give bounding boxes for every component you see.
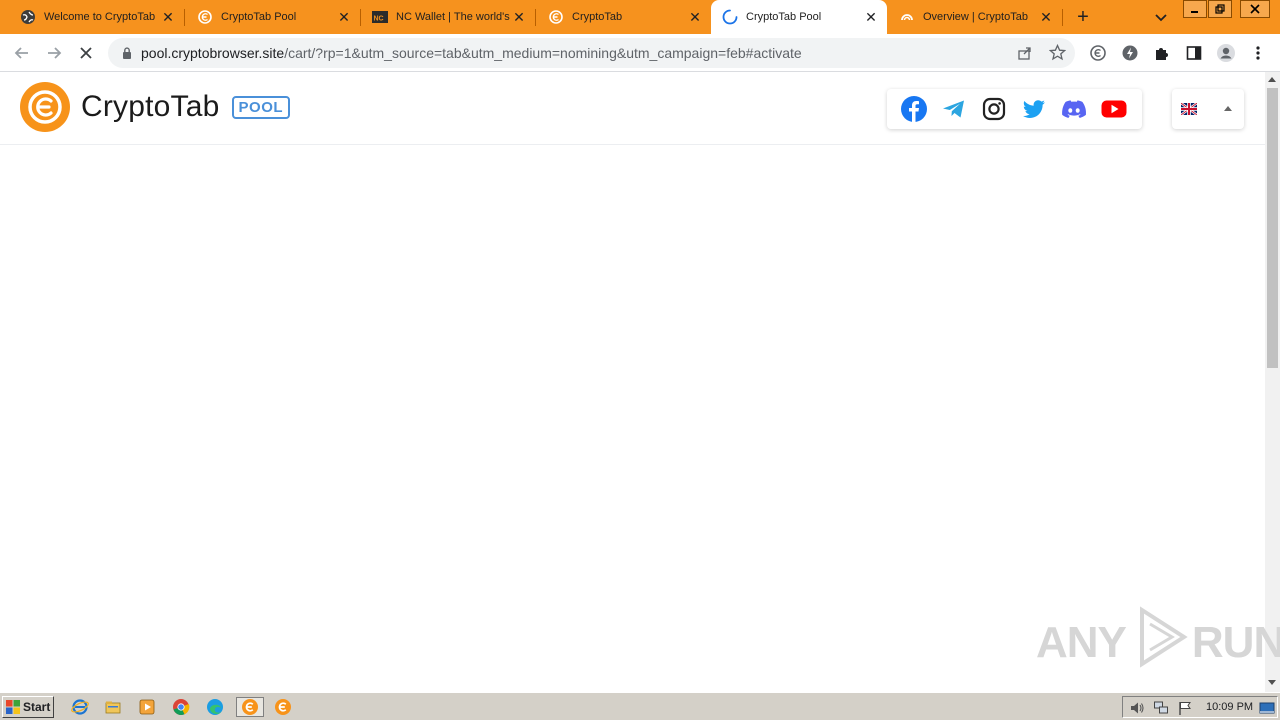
share-icon[interactable] <box>1017 45 1033 64</box>
start-label: Start <box>23 700 51 714</box>
logo-text: CryptoTab <box>81 90 220 123</box>
file-explorer-icon[interactable] <box>103 697 123 717</box>
show-desktop-icon[interactable] <box>1259 700 1275 719</box>
back-button[interactable] <box>11 42 33 64</box>
scroll-thumb[interactable] <box>1267 88 1278 368</box>
action-center-flag-icon[interactable] <box>1177 700 1193 719</box>
tab-welcome[interactable]: Welcome to CryptoTab ✕ <box>0 0 184 34</box>
tab-search-chevron-icon[interactable] <box>1152 8 1170 26</box>
stop-loading-button[interactable] <box>75 42 97 64</box>
cryptotab-taskbar-icon[interactable] <box>236 697 264 717</box>
browser-toolbar: pool.cryptobrowser.site/cart/?rp=1&utm_s… <box>0 34 1280 72</box>
network-icon[interactable] <box>1153 700 1169 719</box>
address-bar[interactable]: pool.cryptobrowser.site/cart/?rp=1&utm_s… <box>108 38 1075 68</box>
tab-title: CryptoTab <box>572 11 623 23</box>
tab-cryptotab[interactable]: CryptoTab ✕ <box>528 0 711 34</box>
internet-explorer-icon[interactable] <box>70 697 90 717</box>
close-window-button[interactable] <box>1240 0 1270 18</box>
scroll-down-arrow-icon[interactable] <box>1268 680 1276 685</box>
tab-overview[interactable]: Overview | CryptoTab ✕ <box>887 0 1062 34</box>
scroll-up-arrow-icon[interactable] <box>1268 77 1276 82</box>
tab-close-icon[interactable]: ✕ <box>336 9 352 25</box>
extensions-puzzle-icon[interactable] <box>1151 42 1173 64</box>
windows-logo-icon <box>6 700 20 714</box>
lock-icon[interactable] <box>120 46 134 60</box>
cryptotab-taskbar-icon-2[interactable] <box>273 697 293 717</box>
media-player-icon[interactable] <box>137 697 157 717</box>
youtube-icon[interactable] <box>1101 96 1127 122</box>
url-path: /cart/?rp=1&utm_source=tab&utm_medium=no… <box>284 45 802 61</box>
twitter-icon[interactable] <box>1021 96 1047 122</box>
bookmark-star-icon[interactable] <box>1048 43 1067 64</box>
url-text[interactable]: pool.cryptobrowser.site/cart/?rp=1&utm_s… <box>141 45 802 61</box>
site-logo[interactable]: CryptoTab POOL <box>20 82 291 132</box>
watermark-play-icon <box>1128 606 1190 679</box>
profile-avatar-icon[interactable] <box>1215 42 1237 64</box>
start-button[interactable]: Start <box>2 696 54 718</box>
tab-title: NC Wallet | The world's <box>396 11 510 23</box>
site-header: CryptoTab POOL <box>0 72 1265 145</box>
ncwallet-icon: NC <box>372 9 388 25</box>
loading-spinner-icon <box>722 9 738 25</box>
watermark-text-right: RUN <box>1191 617 1280 667</box>
side-panel-icon[interactable] <box>1183 42 1205 64</box>
windows-taskbar: Start 10:09 PM <box>0 692 1280 720</box>
social-links <box>887 89 1142 129</box>
globe-icon <box>20 9 36 25</box>
tab-close-icon[interactable]: ✕ <box>687 9 703 25</box>
tab-close-icon[interactable]: ✕ <box>160 9 176 25</box>
caret-up-icon <box>1224 106 1232 111</box>
page-scrollbar[interactable] <box>1265 72 1280 692</box>
svg-text:NC: NC <box>374 16 384 23</box>
instagram-icon[interactable] <box>981 96 1007 122</box>
chrome-icon[interactable] <box>171 697 191 717</box>
system-clock[interactable]: 10:09 PM <box>1206 701 1253 713</box>
tab-cryptotab-pool[interactable]: CryptoTab Pool ✕ <box>177 0 360 34</box>
tab-close-icon[interactable]: ✕ <box>1038 9 1054 25</box>
tab-title: Overview | CryptoTab <box>923 11 1028 23</box>
tab-close-icon[interactable]: ✕ <box>863 9 879 25</box>
forward-button[interactable] <box>43 42 65 64</box>
url-host: pool.cryptobrowser.site <box>141 45 285 61</box>
telegram-icon[interactable] <box>941 96 967 122</box>
page-content: CryptoTab POOL <box>0 72 1265 692</box>
tab-strip: Welcome to CryptoTab ✕ CryptoTab Pool ✕ … <box>0 0 1280 34</box>
restore-button[interactable] <box>1208 0 1232 18</box>
tab-title: CryptoTab Pool <box>746 11 822 23</box>
new-tab-button[interactable]: + <box>1073 7 1093 27</box>
tab-divider <box>1062 9 1063 26</box>
anyrun-watermark: ANY RUN <box>1036 606 1280 679</box>
cryptotab-logo-icon <box>20 82 70 132</box>
facebook-icon[interactable] <box>901 96 927 122</box>
cryptotab-extension-icon[interactable] <box>1087 42 1109 64</box>
edge-icon[interactable] <box>205 697 225 717</box>
discord-icon[interactable] <box>1061 96 1087 122</box>
minimize-button[interactable] <box>1183 0 1207 18</box>
tab-title: Welcome to CryptoTab <box>44 11 156 23</box>
cryptotab-icon <box>548 9 564 25</box>
watermark-text-left: ANY <box>1036 617 1127 667</box>
cryptotab-icon <box>197 9 213 25</box>
language-selector[interactable] <box>1172 89 1244 129</box>
tab-title: CryptoTab Pool <box>221 11 297 23</box>
volume-icon[interactable] <box>1129 700 1145 719</box>
uk-flag-icon <box>1180 102 1198 116</box>
tab-nc-wallet[interactable]: NC NC Wallet | The world's ✕ <box>352 0 535 34</box>
cryptotab-overview-icon <box>899 9 915 25</box>
pool-badge: POOL <box>231 95 291 119</box>
tab-close-icon[interactable]: ✕ <box>511 9 527 25</box>
system-tray: 10:09 PM <box>1122 696 1278 718</box>
boost-extension-icon[interactable] <box>1119 42 1141 64</box>
tab-cryptotab-pool-active[interactable]: CryptoTab Pool ✕ <box>711 0 887 34</box>
menu-kebab-icon[interactable] <box>1247 42 1269 64</box>
